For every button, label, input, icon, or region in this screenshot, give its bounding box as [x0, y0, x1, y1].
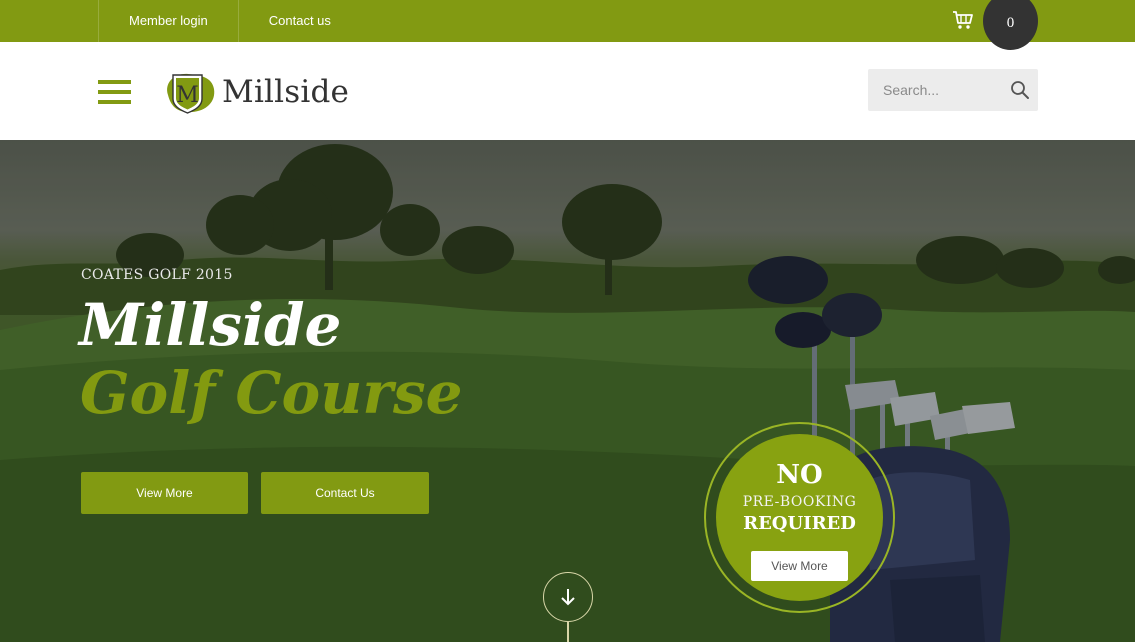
search-input[interactable]	[868, 69, 1003, 111]
badge-line1: NO	[776, 460, 823, 490]
badge-line2: PRE-BOOKING	[742, 494, 857, 510]
scroll-line-divider	[567, 622, 569, 642]
badge-line3: REQUIRED	[743, 513, 856, 534]
no-prebooking-badge: NO PRE-BOOKING REQUIRED View More	[716, 434, 883, 601]
contact-us-button[interactable]: Contact Us	[261, 472, 429, 514]
site-logo[interactable]: M Millside	[162, 68, 349, 116]
hero-title-line1: Millside	[79, 291, 342, 359]
badge-view-more-button[interactable]: View More	[751, 551, 848, 581]
arrow-down-icon	[561, 589, 575, 606]
logo-shield-icon: M	[167, 73, 215, 114]
hero-title-line2: Golf Course	[80, 359, 463, 427]
member-login-link[interactable]: Member login	[98, 0, 238, 42]
hero-banner: COATES GOLF 2015 Millside Golf Course Vi…	[0, 140, 1135, 642]
magnifier-icon[interactable]	[1010, 80, 1030, 100]
contact-us-link[interactable]: Contact us	[237, 0, 362, 42]
top-links: Member login Contact us	[98, 0, 362, 42]
hero-kicker: COATES GOLF 2015	[81, 267, 233, 283]
shopping-cart-icon[interactable]	[952, 10, 974, 30]
site-header: M Millside	[0, 42, 1135, 140]
logo-text: Millside	[222, 74, 350, 110]
svg-text:M: M	[176, 83, 199, 108]
hamburger-menu-icon[interactable]	[98, 80, 131, 104]
view-more-button[interactable]: View More	[81, 472, 248, 514]
scroll-down-button[interactable]	[543, 572, 593, 622]
top-bar: Member login Contact us	[0, 0, 1135, 42]
search-box	[868, 69, 1038, 111]
